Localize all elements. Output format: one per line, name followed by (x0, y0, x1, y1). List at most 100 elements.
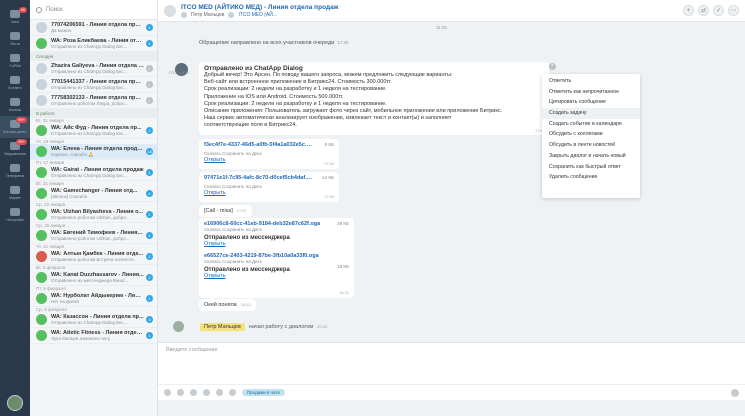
menu-item-create-event[interactable]: Создать событие в календаре (542, 119, 640, 130)
crm-link[interactable]: ITCO MED (АЙ... (238, 12, 277, 18)
copilot-icon (10, 54, 20, 62)
call-message[interactable]: [Call - miss] 17:57 (199, 205, 252, 217)
whatsapp-avatar (36, 209, 47, 220)
menu-item-discuss-feed[interactable]: Обсудить в ленте новостей (542, 140, 640, 151)
rail-item-contact-center[interactable]: Контакт-центр 99+ (0, 116, 30, 138)
quick-answer-icon[interactable] (203, 389, 210, 396)
file-name[interactable]: f3ec4f7e-4337-46d5-a0fb-5f4a1a032e5c.ogg (204, 142, 314, 148)
avatar (36, 95, 47, 106)
phone-icon (10, 164, 20, 172)
list-item[interactable]: WA: Нурболат Айдыкерим - Линия... Нет на … (30, 291, 157, 307)
whatsapp-avatar (36, 38, 47, 49)
file-message[interactable]: 97471e1f-7c95-4afc-8c70-d0cef5cb4daf.oga… (199, 172, 339, 202)
list-item[interactable]: WA: Евгений Тимофеев - Линия о... Отправл… (30, 228, 157, 244)
message-input[interactable]: Введите сообщение (158, 343, 745, 357)
complete-button[interactable]: ✓ (713, 5, 724, 16)
message-bubble[interactable]: Окей поняла 18:33 (199, 299, 256, 311)
emoji-icon[interactable] (177, 389, 184, 396)
context-menu: Ответить Отметить как непрочитанное Цити… (542, 74, 640, 198)
whatsapp-avatar (36, 272, 47, 283)
sales-chat-button[interactable]: Продажи в чате (242, 389, 285, 396)
list-item[interactable]: WA: Роза Еликбаева - Линия отде... Отправ… (30, 36, 157, 52)
unread-badge: 3 (146, 316, 153, 323)
list-item[interactable]: WA: Елена - Линия отдела продаж Хорошо, с… (30, 144, 157, 160)
gear-icon (10, 208, 20, 216)
open-link[interactable]: Открыть (204, 241, 349, 247)
more-button[interactable]: ⋯ (728, 5, 739, 16)
unread-badge: 2 (146, 274, 153, 281)
rail-count: 99+ (16, 117, 27, 123)
unread-badge: 1 (146, 332, 153, 339)
list-item[interactable]: 77015441337 - Линия отдела продаж Отправл… (30, 77, 157, 93)
whatsapp-avatar (36, 167, 47, 178)
menu-item-delete[interactable]: Удалить сообщение (542, 172, 640, 183)
menu-item-reply[interactable]: Ответить (542, 76, 640, 87)
avatar (36, 251, 47, 262)
operator-tag[interactable]: Петр Мальцев (200, 322, 245, 331)
message-bubble[interactable]: Отправлено из ChatApp Dialog Добрый вече… (199, 62, 549, 135)
search-input[interactable]: Поиск (30, 0, 157, 20)
list-item[interactable]: WA: Ulzhan Bilyasheva - Линия о... Отправ… (30, 207, 157, 223)
open-link[interactable]: Открыть (204, 157, 334, 163)
avatar (36, 22, 47, 33)
unread-badge: 18 (146, 148, 153, 155)
whatsapp-avatar (36, 146, 47, 157)
menu-item-quote[interactable]: Цитировать сообщение (542, 97, 640, 108)
list-item[interactable]: WA: Atletic Fitness - Линия отдела... Лук… (30, 328, 157, 344)
file-message[interactable]: f3ec4f7e-4337-46d5-a0fb-5f4a1a032e5c.ogg… (199, 139, 339, 169)
mention-icon[interactable] (190, 389, 197, 396)
rail-item-copilot[interactable]: CoPilot (0, 50, 30, 72)
operator-name[interactable]: Петр Мальцев (191, 12, 224, 18)
channels-icon (10, 98, 20, 106)
list-item[interactable]: WA: Kanat Duzzhassarov - Линия... Отправл… (30, 270, 157, 286)
dialog-title[interactable]: ITCO MED (АЙТИКО МЕД) - Линия отдела про… (181, 4, 338, 11)
transfer-button[interactable]: ⇄ (698, 5, 709, 16)
attach-icon[interactable] (164, 389, 171, 396)
whatsapp-avatar (36, 188, 47, 199)
list-item[interactable]: WA: Айс Фуд - Линия отдела пр... Отправле… (30, 123, 157, 139)
dialog-panel: ITCO MED (АЙТИКО МЕД) - Линия отдела про… (158, 0, 745, 416)
rail-item-settings[interactable]: Настройки (0, 204, 30, 226)
unread-badge: 1 (146, 97, 153, 104)
whatsapp-avatar (36, 230, 47, 241)
rail-item-feed[interactable]: Лента (0, 28, 30, 50)
system-message: Петр Мальцев начал работу с диалогом 20:… (173, 321, 327, 332)
avatar (36, 63, 47, 74)
rail-item-notifications[interactable]: Уведомления 99+ (0, 138, 30, 160)
multi-file-message[interactable]: e16906c8-60cc-41eb-9184-deb32e87c62f.oga… (199, 218, 354, 298)
chat-avatar (164, 4, 176, 17)
form-icon[interactable] (229, 389, 236, 396)
user-avatar[interactable] (7, 395, 23, 411)
rail-item-chats[interactable]: Чаты 46 (0, 6, 30, 28)
list-item[interactable]: 77758302133 - Линия отдела продаж Отправл… (30, 93, 157, 109)
list-item[interactable]: WA: Gairat - Линия отдела продаж Отправле… (30, 165, 157, 181)
add-user-button[interactable]: + (683, 5, 694, 16)
menu-item-save-quick-answer[interactable]: Сохранить как быстрый ответ (542, 162, 640, 173)
whatsapp-avatar (36, 330, 47, 341)
list-item[interactable]: 77074206591 - Линия отдела продаж Да можн… (30, 20, 157, 36)
chat-list: Поиск 77074206591 - Линия отдела продаж Д… (30, 0, 158, 416)
calendar-icon[interactable] (216, 389, 223, 396)
menu-item-close-dialog[interactable]: Закрыть диалог и начать новый (542, 151, 640, 162)
menu-item-mark-unread[interactable]: Отметить как непрочитанное (542, 87, 640, 98)
unread-badge: 1 (146, 295, 153, 302)
open-link[interactable]: Открыть (204, 190, 334, 196)
list-item[interactable]: WA: Алтын Қамбек - Линия отде... Отправле… (30, 249, 157, 265)
rail-item-colleagues[interactable]: Коллеги (0, 72, 30, 94)
send-icon[interactable] (731, 388, 739, 397)
menu-item-discuss-colleagues[interactable]: Обсудить с коллегами (542, 129, 640, 140)
unread-badge: 1 (146, 40, 153, 47)
list-item[interactable]: WA: Казассон - Линия отдела пр... Отправл… (30, 312, 157, 328)
list-item[interactable]: WA: Gamechanger - Линия отд... [Звонок] С… (30, 186, 157, 202)
rail-item-market[interactable]: Маркет (0, 182, 30, 204)
file-name[interactable]: 97471e1f-7c95-4afc-8c70-d0cef5cb4daf.oga (204, 175, 314, 181)
menu-item-create-task[interactable]: Создать задачу (542, 108, 640, 119)
close-menu-icon[interactable]: × (549, 63, 556, 70)
unread-badge: 2 (146, 211, 153, 218)
rail-count: 99+ (16, 139, 27, 145)
list-item[interactable]: Zhazira Galiyeva - Линия отдела пр... Отп… (30, 61, 157, 77)
open-link[interactable]: Открыть (204, 273, 349, 279)
rail-item-telephony[interactable]: Телефония (0, 160, 30, 182)
unread-badge: 1 (146, 81, 153, 88)
rail-item-channels[interactable]: Каналы (0, 94, 30, 116)
